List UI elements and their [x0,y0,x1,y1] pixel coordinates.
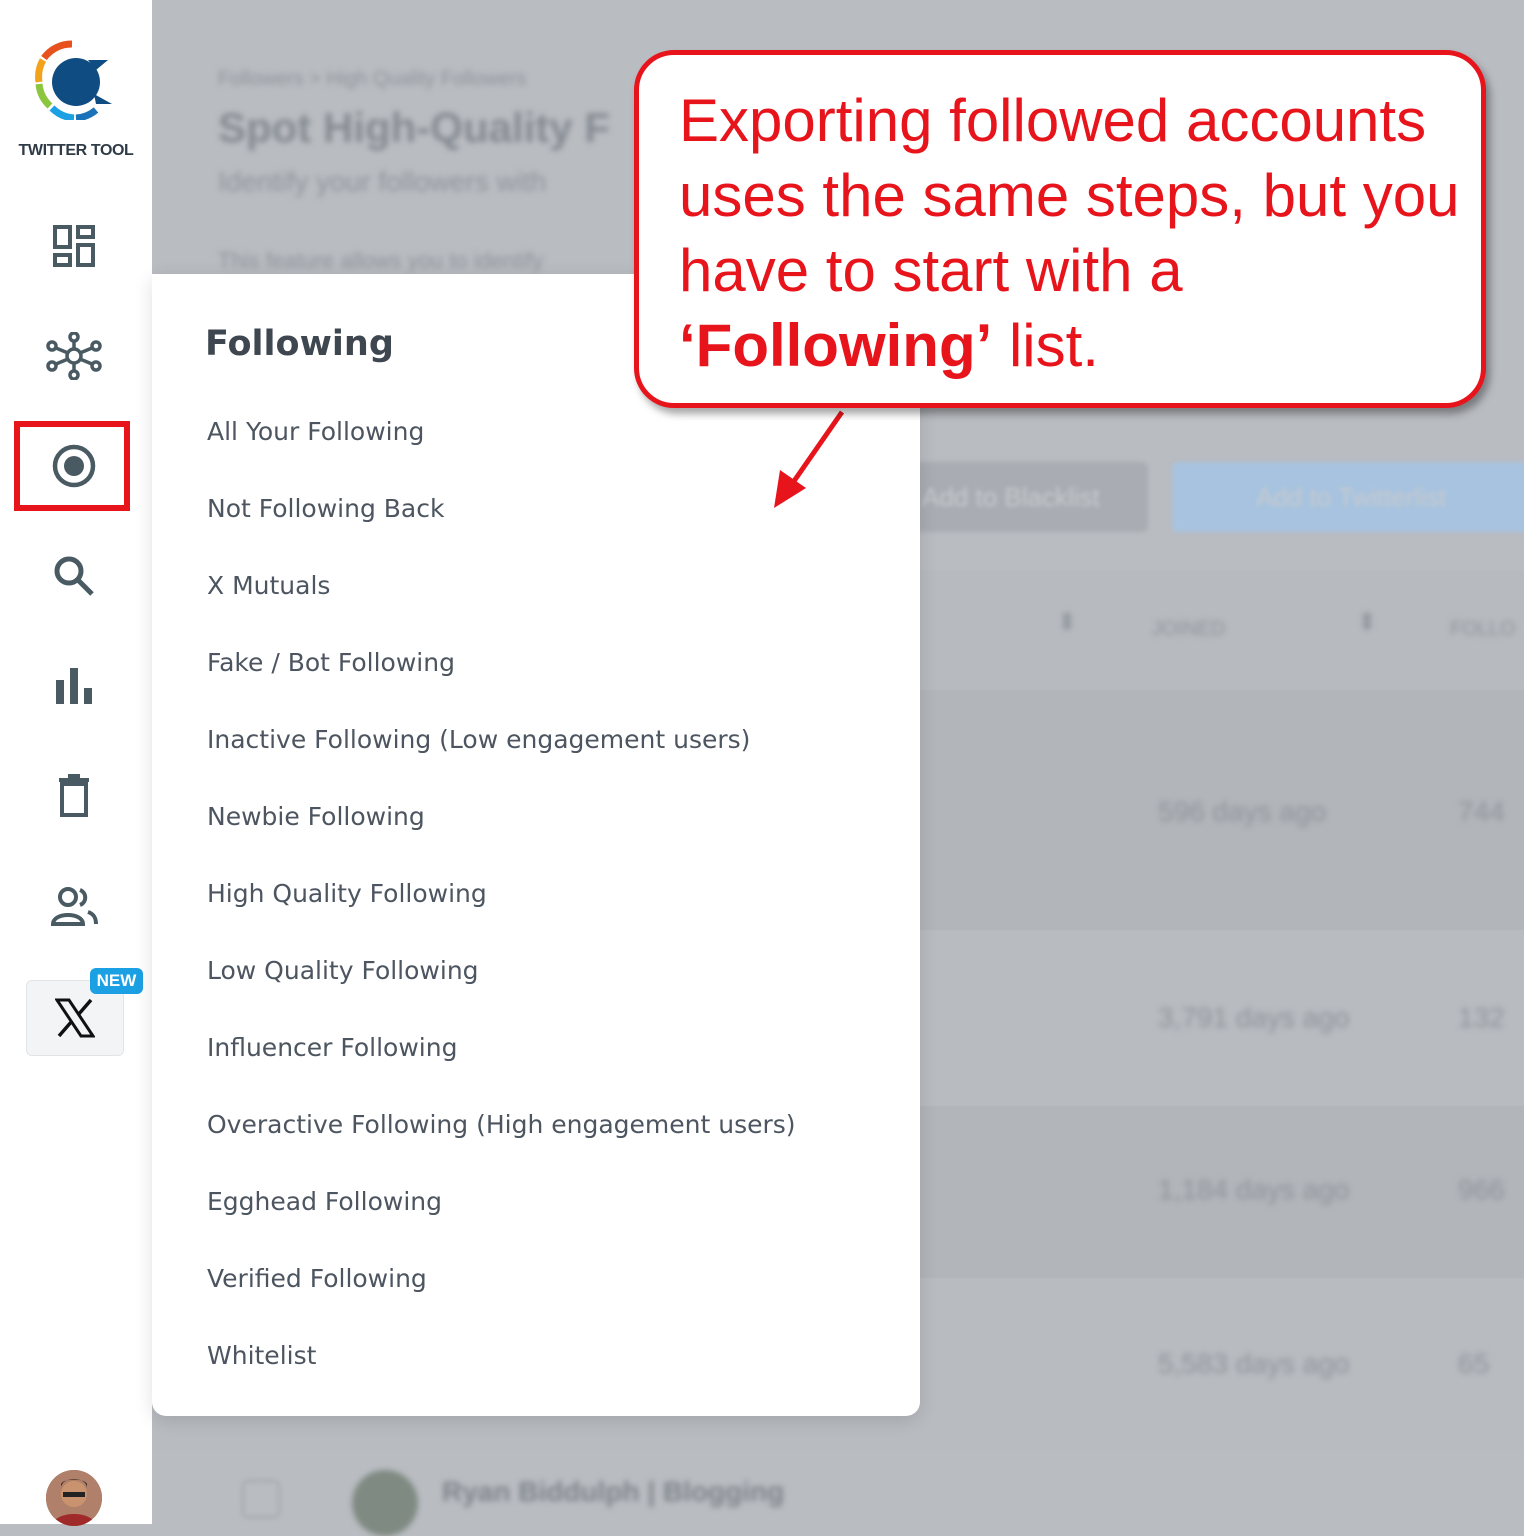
joined-cell: 596 days ago [1158,796,1327,827]
target-icon[interactable] [44,436,104,496]
avatar [352,1470,418,1536]
menu-item-x-mutuals[interactable]: X Mutuals [207,571,330,600]
bar-chart-icon[interactable] [44,656,104,716]
dashboard-icon[interactable] [44,216,104,276]
followers-cell: 966 [1458,1174,1505,1205]
x-logo-icon [55,998,95,1038]
menu-item-overactive-following[interactable]: Overactive Following (High engagement us… [207,1110,796,1139]
page-title: Spot High-Quality F [218,104,610,151]
column-header-joined: JOINED [1152,618,1226,640]
followers-cell: 65 [1458,1348,1490,1379]
menu-item-high-quality-following[interactable]: High Quality Following [207,879,487,908]
callout-text: Exporting followed accounts uses the sam… [679,87,1460,379]
twitter-tool-logo [35,40,112,120]
dropdown-title: Following [205,324,394,364]
page-description: This feature allows you to identify [218,248,544,273]
menu-item-low-quality-following[interactable]: Low Quality Following [207,956,479,985]
search-icon[interactable] [44,546,104,606]
following-dropdown: Following All Your Following Not Followi… [152,274,920,1416]
user-name[interactable]: Ryan Biddulph | Blogging [442,1476,784,1508]
active-pointer [142,454,152,474]
menu-item-all-your-following[interactable]: All Your Following [207,417,424,446]
column-header-followers: FOLLO [1450,618,1516,640]
menu-item-not-following-back[interactable]: Not Following Back [207,494,444,523]
menu-item-inactive-following[interactable]: Inactive Following (Low engagement users… [207,725,750,754]
sort-icon[interactable]: ⬍ [1357,608,1377,637]
sort-icon[interactable]: ⬍ [1057,608,1077,637]
brand-name: TWITTER TOOL [18,142,134,159]
page-subtitle: Identify your followers with [218,166,547,197]
network-icon[interactable] [44,326,104,386]
users-icon[interactable] [44,876,104,936]
breadcrumb: Followers > High Quality Followers [218,68,527,90]
joined-cell: 5,583 days ago [1158,1348,1350,1379]
menu-item-newbie-following[interactable]: Newbie Following [207,802,425,831]
sidebar: TWITTER TOOL NEW [0,0,152,1526]
menu-item-egghead-following[interactable]: Egghead Following [207,1187,442,1216]
trash-icon[interactable] [44,766,104,826]
user-avatar[interactable] [46,1470,102,1526]
menu-item-fake-bot-following[interactable]: Fake / Bot Following [207,648,455,677]
menu-item-influencer-following[interactable]: Influencer Following [207,1033,457,1062]
followers-cell: 744 [1458,796,1505,827]
menu-item-whitelist[interactable]: Whitelist [207,1341,316,1370]
row-checkbox[interactable] [242,1480,280,1518]
joined-cell: 1,184 days ago [1158,1174,1350,1205]
annotation-callout: Exporting followed accounts uses the sam… [634,50,1486,408]
joined-cell: 3,791 days ago [1158,1002,1350,1033]
followers-cell: 132 [1458,1002,1505,1033]
add-to-twitterlist-button[interactable]: Add to Twitterlist [1172,462,1524,532]
new-badge: NEW [90,968,143,994]
menu-item-verified-following[interactable]: Verified Following [207,1264,427,1293]
add-to-blacklist-button[interactable]: Add to Blacklist [912,462,1148,532]
